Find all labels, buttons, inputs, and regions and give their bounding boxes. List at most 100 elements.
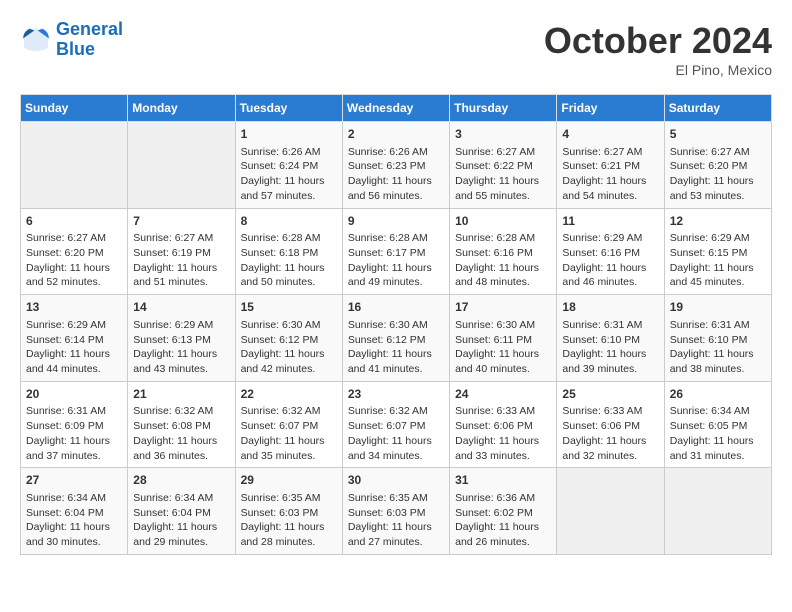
sunset-time: Sunset: 6:11 PM [455, 333, 551, 348]
day-number: 23 [348, 386, 444, 403]
sunset-time: Sunset: 6:20 PM [670, 159, 766, 174]
location: El Pino, Mexico [544, 62, 772, 78]
sunrise-time: Sunrise: 6:27 AM [26, 231, 122, 246]
day-number: 11 [562, 213, 658, 230]
calendar-cell: 14Sunrise: 6:29 AMSunset: 6:13 PMDayligh… [128, 295, 235, 382]
calendar-cell: 18Sunrise: 6:31 AMSunset: 6:10 PMDayligh… [557, 295, 664, 382]
daylight-hours: Daylight: 11 hours and 26 minutes. [455, 520, 551, 549]
calendar-cell: 16Sunrise: 6:30 AMSunset: 6:12 PMDayligh… [342, 295, 449, 382]
day-number: 22 [241, 386, 337, 403]
week-row-3: 13 Sunrise: 6:29 AM Sunset: 6:14 PM Dayligh… [21, 295, 772, 382]
calendar-cell: 7Sunrise: 6:27 AMSunset: 6:19 PMDaylight… [128, 208, 235, 295]
sunset-time: Sunset: 6:15 PM [670, 246, 766, 261]
sunrise-time: Sunrise: 6:32 AM [241, 404, 337, 419]
day-number: 7 [133, 213, 229, 230]
daylight-hours: Daylight: 11 hours and 37 minutes. [26, 434, 122, 463]
sunrise-time: Sunrise: 6:27 AM [455, 145, 551, 160]
calendar-cell: 26Sunrise: 6:34 AMSunset: 6:05 PMDayligh… [664, 381, 771, 468]
calendar-cell: 13Sunrise: 6:29 AMSunset: 6:14 PMDayligh… [21, 295, 128, 382]
calendar-cell: 28Sunrise: 6:34 AMSunset: 6:04 PMDayligh… [128, 468, 235, 555]
sunrise-time: Sunrise: 6:27 AM [670, 145, 766, 160]
logo-text: General Blue [56, 20, 123, 60]
day-number: 12 [670, 213, 766, 230]
day-number: 29 [241, 472, 337, 489]
sunset-time: Sunset: 6:14 PM [26, 333, 122, 348]
sunrise-time: Sunrise: 6:31 AM [562, 318, 658, 333]
sunrise-time: Sunrise: 6:26 AM [348, 145, 444, 160]
header-row: SundayMondayTuesdayWednesdayThursdayFrid… [21, 95, 772, 122]
day-number: 4 [562, 126, 658, 143]
daylight-hours: Daylight: 11 hours and 46 minutes. [562, 261, 658, 290]
day-number: 2 [348, 126, 444, 143]
sunset-time: Sunset: 6:21 PM [562, 159, 658, 174]
daylight-hours: Daylight: 11 hours and 45 minutes. [670, 261, 766, 290]
day-number: 13 [26, 299, 122, 316]
sunrise-time: Sunrise: 6:30 AM [348, 318, 444, 333]
sunset-time: Sunset: 6:06 PM [455, 419, 551, 434]
calendar-cell: 22Sunrise: 6:32 AMSunset: 6:07 PMDayligh… [235, 381, 342, 468]
week-row-1: 1Sunrise: 6:26 AMSunset: 6:24 PMDaylight… [21, 122, 772, 209]
sunrise-time: Sunrise: 6:30 AM [241, 318, 337, 333]
title-area: October 2024 El Pino, Mexico [544, 20, 772, 78]
sunset-time: Sunset: 6:07 PM [348, 419, 444, 434]
sunrise-time: Sunrise: 6:36 AM [455, 491, 551, 506]
day-number: 20 [26, 386, 122, 403]
day-number: 31 [455, 472, 551, 489]
day-header-friday: Friday [557, 95, 664, 122]
day-number: 30 [348, 472, 444, 489]
calendar-cell: 2Sunrise: 6:26 AMSunset: 6:23 PMDaylight… [342, 122, 449, 209]
sunrise-time: Sunrise: 6:34 AM [670, 404, 766, 419]
day-number: 10 [455, 213, 551, 230]
sunset-time: Sunset: 6:17 PM [348, 246, 444, 261]
calendar-cell: 12Sunrise: 6:29 AMSunset: 6:15 PMDayligh… [664, 208, 771, 295]
calendar-table: SundayMondayTuesdayWednesdayThursdayFrid… [20, 94, 772, 555]
sunrise-time: Sunrise: 6:28 AM [241, 231, 337, 246]
sunrise-time: Sunrise: 6:33 AM [562, 404, 658, 419]
sunset-time: Sunset: 6:12 PM [348, 333, 444, 348]
calendar-cell: 15Sunrise: 6:30 AMSunset: 6:12 PMDayligh… [235, 295, 342, 382]
day-number: 3 [455, 126, 551, 143]
calendar-cell: 25Sunrise: 6:33 AMSunset: 6:06 PMDayligh… [557, 381, 664, 468]
calendar-cell [128, 122, 235, 209]
day-number: 27 [26, 472, 122, 489]
day-header-saturday: Saturday [664, 95, 771, 122]
day-number: 15 [241, 299, 337, 316]
sunset-time: Sunset: 6:22 PM [455, 159, 551, 174]
sunrise-time: Sunrise: 6:28 AM [348, 231, 444, 246]
day-number: 19 [670, 299, 766, 316]
sunrise-time: Sunrise: 6:26 AM [241, 145, 337, 160]
page-header: General Blue October 2024 El Pino, Mexic… [20, 20, 772, 78]
daylight-hours: Daylight: 11 hours and 31 minutes. [670, 434, 766, 463]
daylight-hours: Daylight: 11 hours and 40 minutes. [455, 347, 551, 376]
sunrise-time: Sunrise: 6:31 AM [670, 318, 766, 333]
sunrise-time: Sunrise: 6:27 AM [562, 145, 658, 160]
calendar-cell: 19Sunrise: 6:31 AMSunset: 6:10 PMDayligh… [664, 295, 771, 382]
sunset-time: Sunset: 6:12 PM [241, 333, 337, 348]
sunrise-time: Sunrise: 6:32 AM [348, 404, 444, 419]
sunset-time: Sunset: 6:16 PM [455, 246, 551, 261]
sunrise-time: Sunrise: 6:31 AM [26, 404, 122, 419]
sunrise-time: Sunrise: 6:35 AM [348, 491, 444, 506]
daylight-hours: Daylight: 11 hours and 50 minutes. [241, 261, 337, 290]
sunset-time: Sunset: 6:07 PM [241, 419, 337, 434]
sunrise-time: Sunrise: 6:29 AM [133, 318, 229, 333]
day-number: 21 [133, 386, 229, 403]
sunrise-time: Sunrise: 6:28 AM [455, 231, 551, 246]
day-header-sunday: Sunday [21, 95, 128, 122]
daylight-hours: Daylight: 11 hours and 53 minutes. [670, 174, 766, 203]
daylight-hours: Daylight: 11 hours and 38 minutes. [670, 347, 766, 376]
day-number: 28 [133, 472, 229, 489]
sunset-time: Sunset: 6:16 PM [562, 246, 658, 261]
sunset-time: Sunset: 6:06 PM [562, 419, 658, 434]
sunset-time: Sunset: 6:13 PM [133, 333, 229, 348]
daylight-hours: Daylight: 11 hours and 57 minutes. [241, 174, 337, 203]
sunrise-time: Sunrise: 6:27 AM [133, 231, 229, 246]
calendar-cell: 5Sunrise: 6:27 AMSunset: 6:20 PMDaylight… [664, 122, 771, 209]
daylight-hours: Daylight: 11 hours and 43 minutes. [133, 347, 229, 376]
calendar-cell: 31Sunrise: 6:36 AMSunset: 6:02 PMDayligh… [450, 468, 557, 555]
day-header-tuesday: Tuesday [235, 95, 342, 122]
daylight-hours: Daylight: 11 hours and 52 minutes. [26, 261, 122, 290]
day-number: 17 [455, 299, 551, 316]
daylight-hours: Daylight: 11 hours and 51 minutes. [133, 261, 229, 290]
logo: General Blue [20, 20, 123, 60]
